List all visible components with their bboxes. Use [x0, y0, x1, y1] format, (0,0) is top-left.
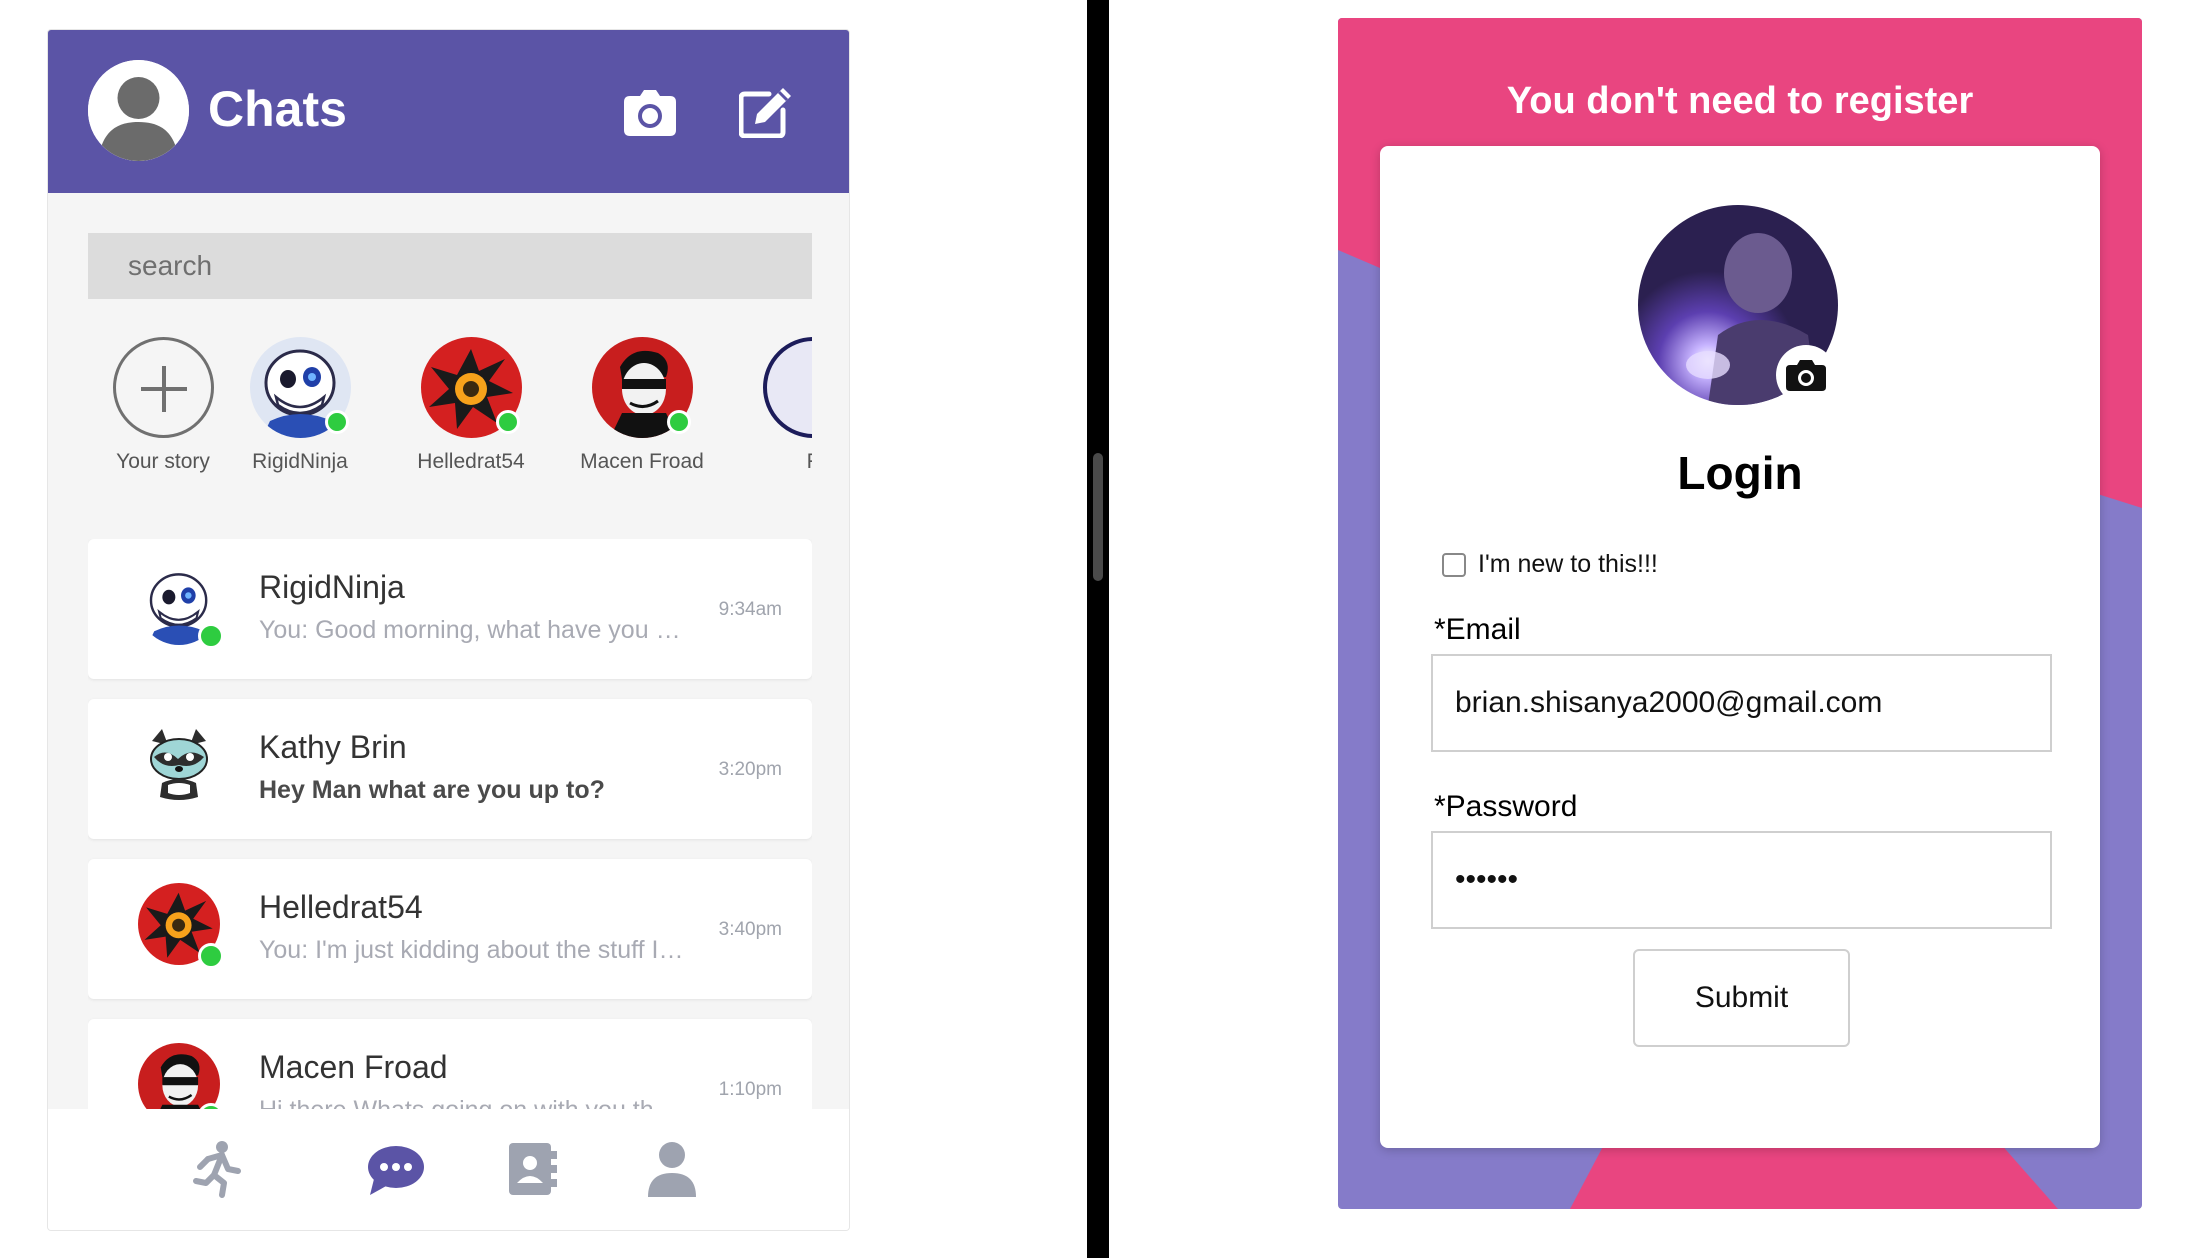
bottom-nav	[48, 1109, 849, 1230]
conversation-preview: You: Good morning, what have you been up…	[259, 616, 689, 644]
conversation-list: RigidNinja You: Good morning, what have …	[88, 539, 812, 1144]
login-card: Login I'm new to this!!! *Email *Passwor…	[1380, 146, 2100, 1148]
story-label: Helledrat54	[417, 450, 525, 473]
resize-handle[interactable]	[1093, 453, 1103, 581]
conversation-time: 1:10pm	[718, 1079, 782, 1100]
chat-bubble-icon[interactable]	[366, 1139, 426, 1199]
avatar	[762, 337, 812, 438]
story-label: Macen Froad	[580, 450, 704, 473]
story-label: RigidNinja	[252, 450, 348, 473]
online-indicator	[495, 410, 520, 434]
compose-icon[interactable]	[738, 86, 791, 139]
story-partial[interactable]: F	[738, 337, 812, 497]
conversation-preview: Hey Man what are you up to?	[259, 776, 605, 804]
conversation-name: Helledrat54	[259, 889, 423, 925]
story-your-story[interactable]: Your story	[88, 337, 238, 497]
conversation-row[interactable]: RigidNinja You: Good morning, what have …	[88, 539, 812, 679]
running-person-icon[interactable]	[186, 1139, 246, 1199]
login-panel: You don't need to register Login I'm new…	[1338, 18, 2142, 1209]
email-label: *Email	[1434, 613, 1521, 646]
stories-bar: Your story RigidNinja Helledrat54 Macen …	[88, 337, 812, 502]
story-label: Your story	[116, 450, 210, 473]
camera-icon[interactable]	[1776, 345, 1836, 405]
conversation-name: Macen Froad	[259, 1049, 448, 1085]
avatar	[249, 337, 351, 438]
password-label: *Password	[1434, 790, 1578, 823]
conversation-preview: You: I'm just kidding about the stuff I …	[259, 936, 689, 964]
password-field[interactable]	[1431, 831, 2052, 929]
search-input[interactable]	[88, 233, 812, 299]
page-title: Chats	[208, 81, 347, 137]
story-macen-froad[interactable]: Macen Froad	[567, 337, 717, 497]
online-indicator	[324, 410, 349, 434]
avatar	[420, 337, 522, 438]
conversation-name: Kathy Brin	[259, 729, 407, 765]
story-helledrat54[interactable]: Helledrat54	[396, 337, 546, 497]
story-label: F	[738, 450, 812, 474]
avatar	[138, 883, 224, 969]
chat-app: Chats search Your story RigidNinja Helle…	[47, 29, 850, 1231]
conversation-name: RigidNinja	[259, 569, 405, 605]
camera-icon[interactable]	[624, 90, 676, 136]
panel-divider	[1087, 0, 1109, 1258]
online-indicator	[666, 410, 691, 434]
screen: Chats search Your story RigidNinja Helle…	[0, 0, 2196, 1258]
conversation-row[interactable]: Helledrat54 You: I'm just kidding about …	[88, 859, 812, 999]
submit-button[interactable]: Submit	[1633, 949, 1850, 1047]
avatar	[138, 563, 224, 649]
user-profile-icon[interactable]	[642, 1139, 702, 1199]
avatar	[591, 337, 693, 438]
contacts-book-icon[interactable]	[503, 1139, 563, 1199]
online-indicator	[198, 623, 224, 649]
conversation-time: 9:34am	[718, 599, 782, 620]
add-story-icon[interactable]	[112, 337, 214, 438]
user-silhouette-icon[interactable]	[88, 60, 189, 161]
new-user-checkbox[interactable]	[1442, 553, 1466, 577]
new-user-label: I'm new to this!!!	[1478, 550, 1658, 578]
login-banner: You don't need to register	[1506, 80, 1974, 122]
conversation-row[interactable]: Kathy Brin Hey Man what are you up to? 3…	[88, 699, 812, 839]
email-field[interactable]	[1431, 654, 2052, 752]
raccoon-avatar-icon	[138, 723, 220, 805]
login-title: Login	[1677, 447, 1803, 499]
online-indicator	[198, 943, 224, 969]
conversation-time: 3:40pm	[718, 919, 782, 940]
chat-header: Chats	[48, 30, 849, 193]
conversation-time: 3:20pm	[718, 759, 782, 780]
story-rigidninja[interactable]: RigidNinja	[225, 337, 375, 497]
